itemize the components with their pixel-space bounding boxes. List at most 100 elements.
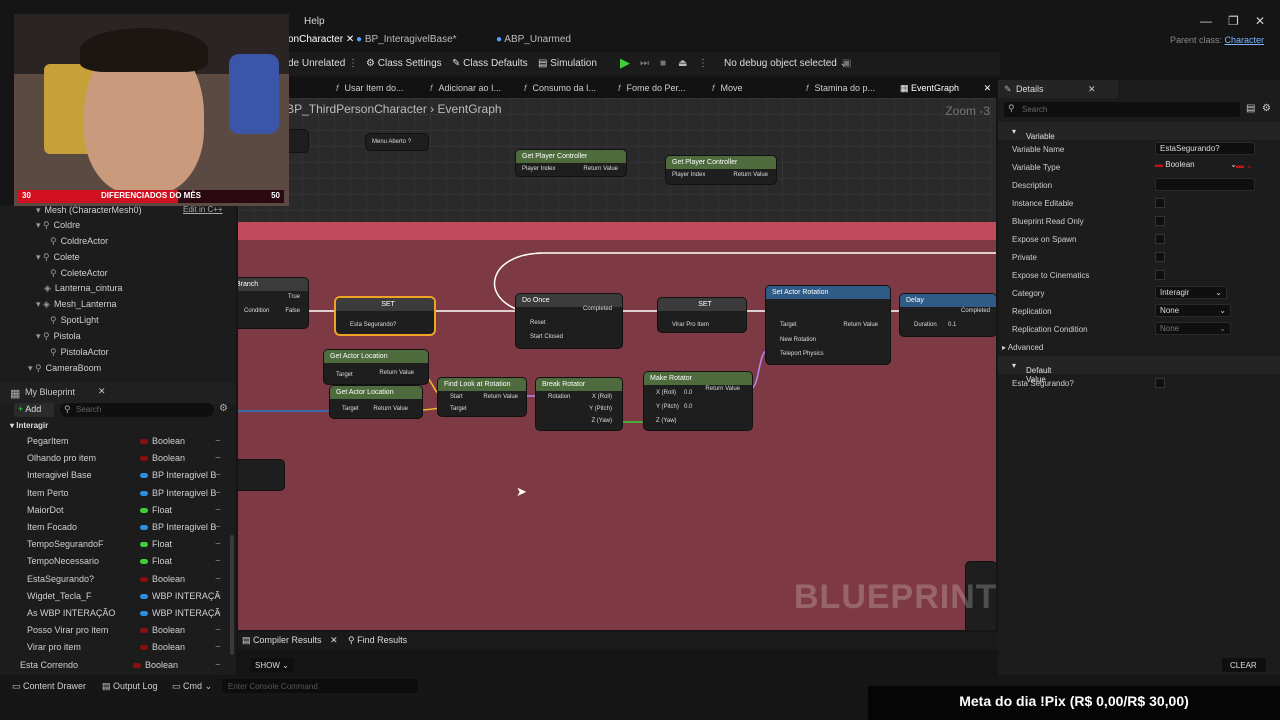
- node-branch[interactable]: Branch Condition True False: [238, 278, 308, 328]
- pin-return-value[interactable]: Return Value: [705, 386, 740, 392]
- eye-icon[interactable]: ⌣: [215, 521, 221, 532]
- duration-value[interactable]: 0.1: [948, 322, 956, 328]
- graph-tab-adicionar[interactable]: f Adicionar ao I...: [430, 83, 501, 93]
- pin-new-rotation[interactable]: New Rotation: [780, 337, 816, 343]
- node-set-esta-segurando[interactable]: SET Esta Segurando?: [336, 298, 434, 334]
- tree-item-camera-boom[interactable]: ▾ ⚲ CameraBoom: [28, 363, 101, 374]
- pin-z-yaw[interactable]: Z (Yaw): [591, 418, 612, 424]
- content-drawer-button[interactable]: ▭ Content Drawer: [12, 681, 86, 692]
- hide-unrelated-button[interactable]: de Unrelated ⋮: [288, 58, 358, 69]
- step-icon[interactable]: ⏭: [640, 58, 649, 69]
- instance-editable-checkbox[interactable]: [1155, 198, 1165, 208]
- node-partial-bottom-left[interactable]: [238, 460, 284, 490]
- variable-row[interactable]: EstaSegurando? Boolean ⌣: [0, 571, 230, 588]
- tree-item-colete-actor[interactable]: ⚲ ColeteActor: [50, 268, 108, 279]
- tree-item-mesh[interactable]: ▾ Mesh (CharacterMesh0): [36, 205, 142, 216]
- tree-item-coldre[interactable]: ▾ ⚲ Coldre: [36, 220, 80, 231]
- pin-rotation[interactable]: Rotation: [548, 394, 570, 400]
- close-window-icon[interactable]: ✕: [1255, 14, 1265, 28]
- pin-virar-pro-item[interactable]: Virar Pro Item: [672, 322, 709, 328]
- node-find-look-at-rotation[interactable]: Find Look at Rotation Start Target Retur…: [438, 378, 526, 416]
- close-tab-icon[interactable]: ✕: [984, 83, 992, 93]
- pin-player-index[interactable]: Player Index: [672, 172, 705, 178]
- debug-filter-icon[interactable]: ▣: [842, 58, 851, 69]
- eye-icon[interactable]: ⌣: [215, 538, 221, 549]
- variable-row[interactable]: Virar pro item Boolean ⌣: [0, 639, 230, 656]
- eye-icon[interactable]: ⌣: [215, 573, 221, 584]
- pin-x-roll[interactable]: X (Roll): [656, 390, 676, 396]
- variable-row[interactable]: Item Perto BP Interagivel B ⌣: [0, 485, 230, 502]
- pin-return-value[interactable]: Return Value: [373, 406, 408, 412]
- node-set-virar-pro-item[interactable]: SET Virar Pro Item: [658, 298, 746, 332]
- eye-icon[interactable]: ⌣: [215, 607, 221, 618]
- edit-in-cpp-link[interactable]: Edit in C++: [183, 205, 223, 214]
- close-tab-icon[interactable]: ✕: [1088, 84, 1096, 95]
- pin-player-index[interactable]: Player Index: [522, 166, 555, 172]
- tree-item-pistola[interactable]: ▾ ⚲ Pistola: [36, 331, 81, 342]
- class-settings-button[interactable]: ⚙ Class Settings: [366, 58, 442, 69]
- play-icon[interactable]: ▶: [620, 55, 630, 71]
- variable-row[interactable]: Item Focado BP Interagivel B ⌣: [0, 519, 230, 536]
- pin-y-pitch[interactable]: Y (Pitch): [589, 406, 612, 412]
- add-button[interactable]: + Add: [14, 403, 54, 417]
- pin-menu-aberto[interactable]: Menu Aberto ?: [372, 139, 411, 145]
- pin-target[interactable]: Target: [342, 406, 359, 412]
- compiler-results-tab[interactable]: ▤ Compiler Results ✕: [242, 635, 338, 646]
- variable-row[interactable]: Olhando pro item Boolean ⌣: [0, 450, 230, 467]
- category-select[interactable]: Interagir ⌄: [1155, 286, 1227, 299]
- section-variable[interactable]: ▾ Variable: [998, 122, 1280, 141]
- eject-icon[interactable]: ⏏: [678, 58, 687, 69]
- settings-gear-icon[interactable]: ⚙: [219, 403, 228, 414]
- pin-esta-segurando[interactable]: Esta Segurando?: [350, 322, 396, 328]
- eye-icon[interactable]: ⌣: [215, 624, 221, 635]
- tree-item-mesh-lanterna[interactable]: ▾ ◈ Mesh_Lanterna: [36, 299, 117, 310]
- parent-class-link[interactable]: Character: [1224, 35, 1264, 45]
- eye-icon[interactable]: ⌣: [215, 590, 221, 601]
- variable-row[interactable]: Interagivel Base BP Interagivel B ⌣: [0, 467, 230, 484]
- replication-select[interactable]: None ⌄: [1155, 304, 1231, 317]
- close-tab-icon[interactable]: ✕: [330, 635, 338, 645]
- node-get-player-controller[interactable]: Get Player Controller Player Index Retur…: [516, 150, 626, 176]
- menu-help[interactable]: Help: [304, 16, 325, 27]
- graph-tab-consumo[interactable]: f Consumo da I...: [524, 83, 596, 93]
- pin-condition[interactable]: Condition: [244, 308, 269, 314]
- pin-z-yaw[interactable]: Z (Yaw): [656, 418, 677, 424]
- pin-y-pitch[interactable]: Y (Pitch): [656, 404, 679, 410]
- minimize-icon[interactable]: —: [1200, 14, 1212, 28]
- maximize-icon[interactable]: ❐: [1228, 14, 1239, 28]
- pin-return-value[interactable]: Return Value: [483, 394, 518, 400]
- node-get-actor-location-2[interactable]: Get Actor Location Target Return Value: [330, 386, 422, 418]
- cmd-dropdown[interactable]: ▭ Cmd ⌄: [172, 681, 212, 692]
- pin-completed[interactable]: Completed: [583, 306, 612, 312]
- pin-reset[interactable]: Reset: [530, 320, 546, 326]
- scrollbar[interactable]: [230, 535, 234, 655]
- pin-return-value[interactable]: Return Value: [733, 172, 768, 178]
- variable-row[interactable]: Wigdet_Tecla_F WBP INTERAÇÃ ⌣: [0, 588, 230, 605]
- node-do-once[interactable]: Do Once Reset Start Closed Completed: [516, 294, 622, 348]
- graph-tab-fome[interactable]: f Fome do Per...: [618, 83, 686, 93]
- doc-tab-character[interactable]: onCharacter ✕: [288, 34, 354, 45]
- pin-return-value[interactable]: Return Value: [583, 166, 618, 172]
- pin-return-value[interactable]: Return Value: [843, 322, 878, 328]
- graph-tab-eventgraph[interactable]: ▦ EventGraph ✕: [900, 83, 991, 94]
- tree-item-colete[interactable]: ▾ ⚲ Colete: [36, 252, 80, 263]
- variable-row[interactable]: As WBP INTERAÇÃO WBP INTERAÇÃ ⌣: [0, 605, 230, 622]
- pin-duration[interactable]: Duration: [914, 322, 937, 328]
- pin-target[interactable]: Target: [780, 322, 797, 328]
- clear-button[interactable]: CLEAR: [1222, 658, 1266, 672]
- tree-item-lanterna-cintura[interactable]: ◈ Lanterna_cintura: [44, 283, 122, 294]
- tree-item-pistola-actor[interactable]: ⚲ PistolaActor: [50, 347, 109, 358]
- doc-tab-abp-unarmed[interactable]: ● ABP_Unarmed: [496, 34, 571, 45]
- variable-row[interactable]: TempoNecessario Float ⌣: [0, 553, 230, 570]
- variable-row[interactable]: PegarItem Boolean ⌣: [0, 433, 230, 450]
- variable-name-input[interactable]: EstaSegurando?: [1155, 142, 1255, 155]
- node-break-rotator[interactable]: Break Rotator Rotation X (Roll) Y (Pitch…: [536, 378, 622, 430]
- graph-tab-usar-item[interactable]: f Usar Item do...: [336, 83, 404, 93]
- settings-gear-icon[interactable]: ⚙: [1262, 103, 1271, 114]
- view-options-icon[interactable]: ▤: [1246, 103, 1255, 114]
- node-get-player-controller-2[interactable]: Get Player Controller Player Index Retur…: [666, 156, 776, 184]
- node-set-actor-rotation[interactable]: Set Actor Rotation Target Return Value N…: [766, 286, 890, 364]
- variable-row[interactable]: MaiorDot Float ⌣: [0, 502, 230, 519]
- node-make-rotator[interactable]: Make Rotator X (Roll) 0.0 Y (Pitch) 0.0 …: [644, 372, 752, 430]
- row-advanced[interactable]: ▸ Advanced: [998, 338, 1280, 356]
